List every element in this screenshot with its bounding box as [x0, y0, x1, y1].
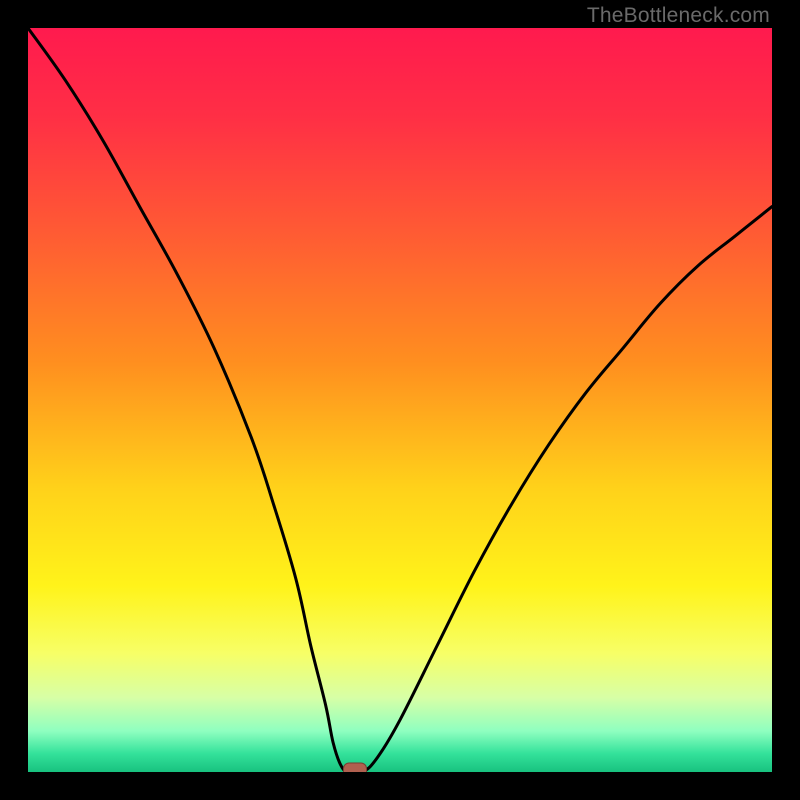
- chart-frame: TheBottleneck.com: [0, 0, 800, 800]
- watermark-text: TheBottleneck.com: [587, 4, 770, 28]
- plot-area: [28, 28, 772, 772]
- bottleneck-curve: [28, 28, 772, 772]
- optimum-marker: [343, 762, 367, 772]
